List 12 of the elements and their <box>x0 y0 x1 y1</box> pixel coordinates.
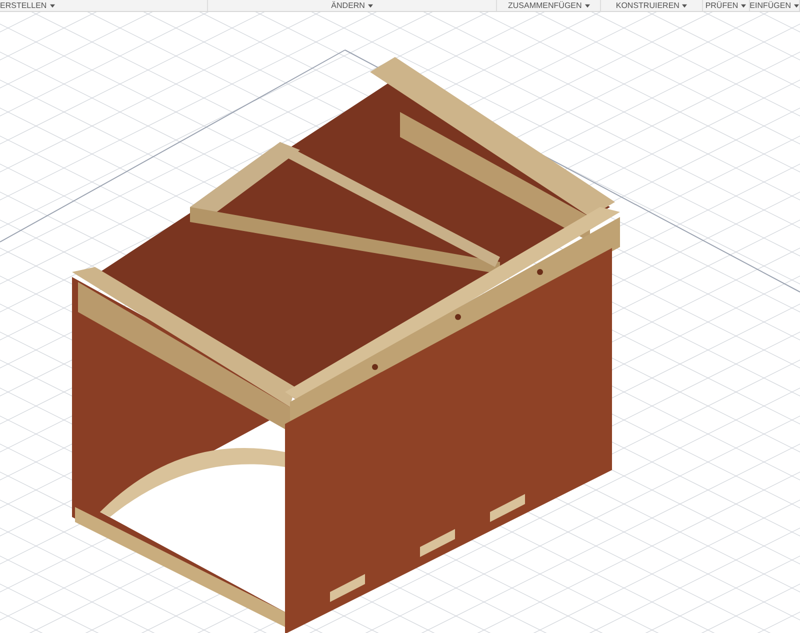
toolbar-menu[interactable]: EINFÜGEN <box>750 0 800 11</box>
toolbar-menu[interactable]: ÄNDERN <box>208 0 498 11</box>
caret-icon <box>368 4 373 8</box>
toolbar-menu[interactable]: ERSTELLEN <box>0 0 208 11</box>
toolbar-menu[interactable]: KONSTRUIEREN <box>601 0 703 11</box>
toolbar-menu[interactable]: PRÜFEN <box>702 0 750 11</box>
caret-icon <box>741 4 746 8</box>
caret-icon <box>584 4 590 8</box>
caret-icon <box>682 4 688 8</box>
caret-icon <box>794 4 800 8</box>
caret-icon <box>50 4 55 8</box>
toolbar-menu[interactable]: ZUSAMMENFÜGEN <box>497 0 602 11</box>
